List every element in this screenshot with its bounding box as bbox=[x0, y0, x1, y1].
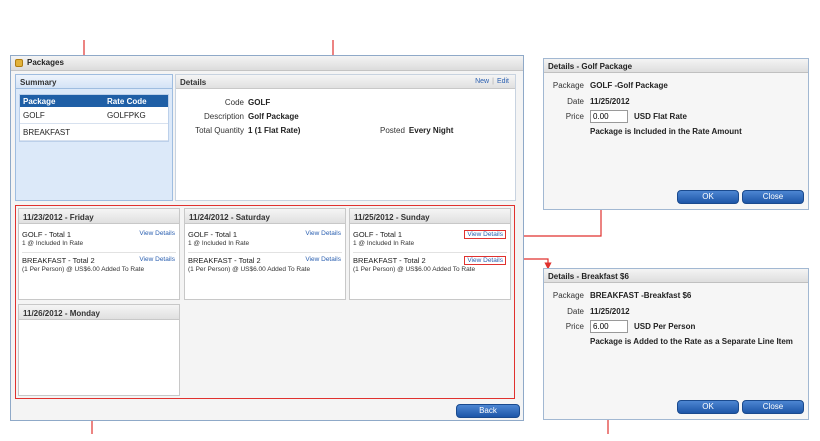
packages-window: Packages Summary Package Rate Code GOLF … bbox=[10, 55, 524, 421]
summary-row[interactable]: BREAKFAST bbox=[20, 124, 168, 141]
package-cell: GOLF bbox=[23, 110, 45, 120]
summary-header-row: Package Rate Code bbox=[20, 95, 168, 107]
date-label: Date bbox=[567, 307, 584, 316]
package-note: Package is Included in the Rate Amount bbox=[590, 127, 742, 136]
details-title: Details bbox=[180, 78, 207, 87]
details-links: New | Edit bbox=[475, 78, 509, 85]
close-button[interactable]: Close bbox=[742, 190, 804, 204]
date-label: Date bbox=[567, 97, 584, 106]
description-value: Golf Package bbox=[248, 112, 299, 121]
golf-details-popup: Details - Golf Package Package GOLF -Gol… bbox=[543, 58, 809, 210]
code-label: Code bbox=[224, 98, 244, 107]
package-value: BREAKFAST -Breakfast $6 bbox=[590, 291, 692, 300]
package-label: Package bbox=[552, 81, 584, 90]
summary-row[interactable]: GOLF GOLFPKG bbox=[20, 107, 168, 124]
package-icon bbox=[15, 59, 23, 67]
summary-title: Summary bbox=[16, 75, 172, 89]
ok-button[interactable]: OK bbox=[677, 190, 739, 204]
total-quantity-field: Total Quantity 1 (1 Flat Rate) bbox=[176, 126, 300, 135]
code-value: GOLF bbox=[248, 98, 271, 107]
total-quantity-value: 1 (1 Flat Rate) bbox=[248, 126, 301, 135]
column-header-package[interactable]: Package bbox=[20, 97, 104, 106]
details-panel: Details New | Edit Code GOLF Description Gol… bbox=[175, 74, 516, 201]
details-header: Details New | Edit bbox=[176, 75, 515, 89]
description-field: Description Golf Package bbox=[176, 112, 299, 121]
popup-title: Details - Breakfast $6 bbox=[544, 269, 808, 283]
back-button[interactable]: Back bbox=[456, 404, 520, 418]
price-input[interactable] bbox=[590, 320, 628, 333]
total-quantity-label: Total Quantity bbox=[195, 126, 244, 135]
price-suffix: USD Per Person bbox=[634, 322, 696, 331]
date-value: 11/25/2012 bbox=[590, 97, 630, 106]
window-titlebar: Packages bbox=[11, 56, 523, 71]
price-label: Price bbox=[565, 322, 584, 331]
package-value: GOLF -Golf Package bbox=[590, 81, 668, 90]
posted-value: Every Night bbox=[408, 126, 454, 135]
package-label: Package bbox=[552, 291, 584, 300]
summary-grid: Package Rate Code GOLF GOLFPKG BREAKFAST bbox=[19, 94, 169, 142]
close-button[interactable]: Close bbox=[742, 400, 804, 414]
description-label: Description bbox=[203, 112, 244, 121]
posted-label: Posted bbox=[380, 126, 405, 135]
highlight-box bbox=[15, 205, 515, 399]
price-label: Price bbox=[565, 112, 584, 121]
rate-code-cell: GOLFPKG bbox=[107, 110, 146, 120]
summary-panel: Summary Package Rate Code GOLF GOLFPKG B… bbox=[15, 74, 173, 201]
window-title: Packages bbox=[27, 58, 64, 67]
breakfast-details-popup: Details - Breakfast $6 Package BREAKFAST… bbox=[543, 268, 809, 420]
popup-title: Details - Golf Package bbox=[544, 59, 808, 73]
price-input[interactable] bbox=[590, 110, 628, 123]
column-header-rate-code[interactable]: Rate Code bbox=[104, 97, 168, 106]
package-cell: BREAKFAST bbox=[23, 127, 71, 137]
posted-field: Posted Every Night bbox=[380, 126, 453, 135]
code-field: Code GOLF bbox=[176, 98, 270, 107]
edit-link[interactable]: Edit bbox=[497, 78, 509, 85]
price-suffix: USD Flat Rate bbox=[634, 112, 687, 121]
date-value: 11/25/2012 bbox=[590, 307, 630, 316]
package-note: Package is Added to the Rate as a Separa… bbox=[590, 337, 793, 346]
ok-button[interactable]: OK bbox=[677, 400, 739, 414]
new-link[interactable]: New bbox=[475, 78, 489, 85]
